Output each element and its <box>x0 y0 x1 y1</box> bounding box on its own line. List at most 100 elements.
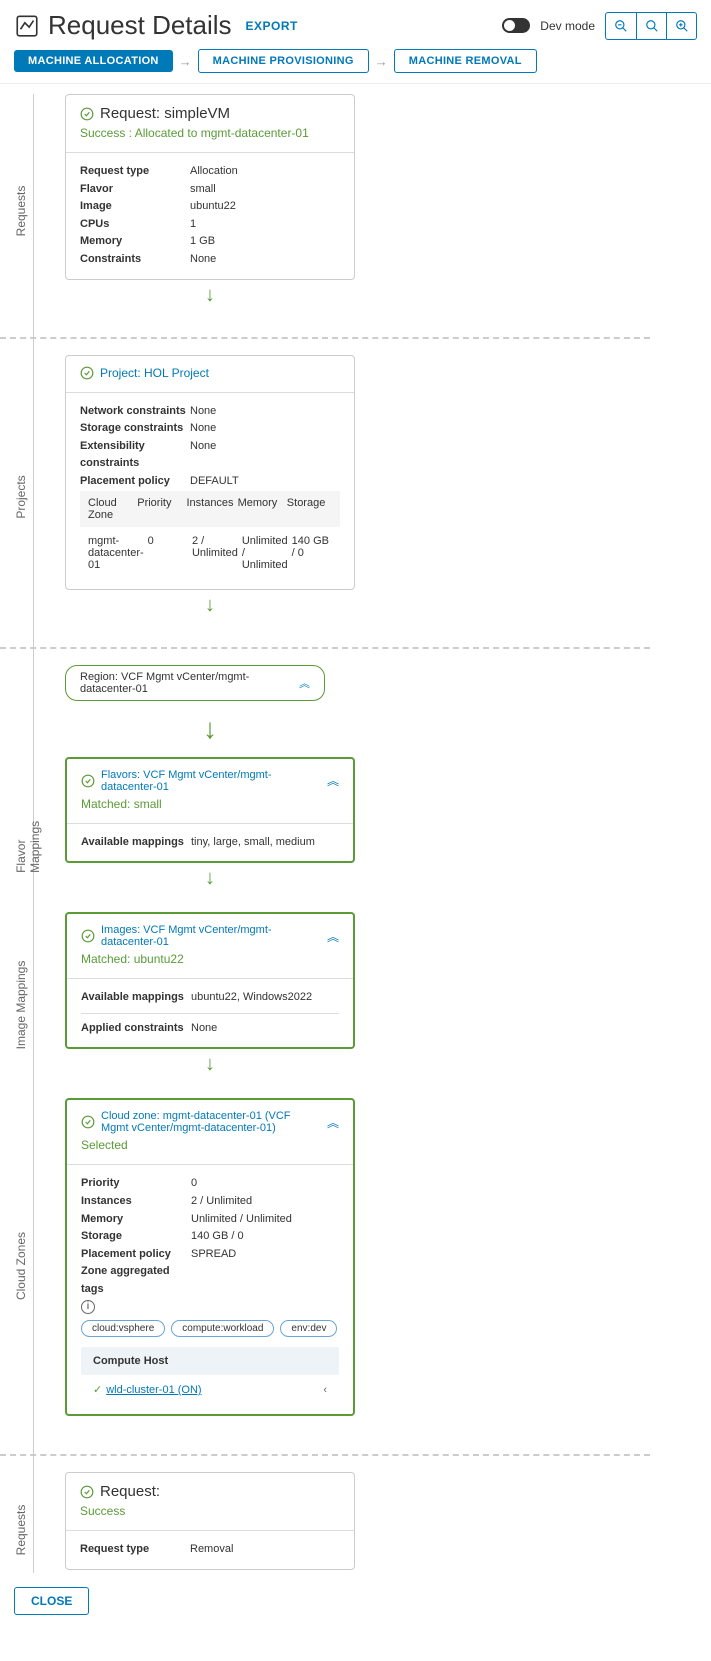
zoom-in-button[interactable] <box>666 13 696 39</box>
table-row: mgmt-datacenter-01 0 2 / Unlimited Unlim… <box>80 527 340 579</box>
td-memory: Unlimited / Unlimited <box>242 535 288 571</box>
dev-mode-toggle[interactable] <box>502 18 530 33</box>
arrow-right-icon: → <box>179 54 192 69</box>
close-button[interactable]: CLOSE <box>14 1587 89 1615</box>
kv-val: ubuntu22 <box>190 198 340 216</box>
th-zone: Cloud Zone <box>88 497 133 521</box>
kv-val: SPREAD <box>191 1246 339 1264</box>
cluster-link[interactable]: wld-cluster-01 (ON) <box>106 1384 201 1396</box>
content-scroll[interactable]: Requests Request: simpleVM Success : All… <box>0 83 711 1573</box>
card-match: Matched: small <box>81 797 339 811</box>
arrow-down-icon: ↓ <box>65 713 355 745</box>
card-title: Request: simpleVM <box>100 105 230 122</box>
kv-key: Placement policy <box>81 1246 191 1264</box>
export-link[interactable]: EXPORT <box>246 19 298 33</box>
chart-icon <box>14 13 40 39</box>
tag-env: env:dev <box>280 1320 337 1337</box>
info-icon[interactable]: i <box>81 1300 95 1314</box>
table-header: Cloud Zone Priority Instances Memory Sto… <box>80 491 340 527</box>
td-instances: 2 / Unlimited <box>192 535 238 571</box>
card-images: Images: VCF Mgmt vCenter/mgmt-datacenter… <box>65 912 355 1049</box>
section-label-image: Image Mappings <box>14 961 28 1050</box>
card-project-hol: Project: HOL Project Network constraints… <box>65 355 355 590</box>
card-title-link[interactable]: Flavors: VCF Mgmt vCenter/mgmt-datacente… <box>101 769 321 793</box>
cluster-row: ✓ wld-cluster-01 (ON) ‹ <box>81 1375 339 1404</box>
card-title-link[interactable]: Project: HOL Project <box>100 366 209 380</box>
kv-key: Memory <box>81 1211 191 1229</box>
kv-val: None <box>190 403 340 421</box>
section-projects: Projects Project: HOL Project Network co… <box>50 355 711 639</box>
kv-key: Storage <box>81 1228 191 1246</box>
th-instances: Instances <box>186 497 233 521</box>
kv-key: Constraints <box>80 251 190 269</box>
card-title-link[interactable]: Cloud zone: mgmt-datacenter-01 (VCF Mgmt… <box>101 1110 321 1134</box>
th-storage: Storage <box>287 497 332 521</box>
zoom-reset-button[interactable] <box>636 13 666 39</box>
tag-cloud: cloud:vsphere <box>81 1320 165 1337</box>
kv-key: Extensibility constraints <box>80 438 190 473</box>
chevron-left-icon[interactable]: ‹ <box>323 1384 327 1396</box>
section-label-flavor: Flavor Mappings <box>14 795 42 873</box>
kv-key: Instances <box>81 1193 191 1211</box>
section-label-requests: Requests <box>14 1505 28 1556</box>
card-request-simplevm: Request: simpleVM Success : Allocated to… <box>65 94 355 280</box>
card-status: Success <box>80 1504 340 1518</box>
card-match: Matched: ubuntu22 <box>81 952 339 966</box>
kv-val: None <box>191 1020 339 1038</box>
kv-val: Removal <box>190 1541 340 1559</box>
check-circle-icon <box>81 929 95 943</box>
tags-row: cloud:vsphere compute:workload env:dev <box>81 1320 339 1337</box>
kv-key: Storage constraints <box>80 420 190 438</box>
td-zone: mgmt-datacenter-01 <box>88 535 144 571</box>
region-text: Region: VCF Mgmt vCenter/mgmt-datacenter… <box>80 671 299 695</box>
kv-key: CPUs <box>80 216 190 234</box>
kv-key: Zone aggregated tags <box>81 1263 191 1298</box>
arrow-right-icon: → <box>375 54 388 69</box>
kv-val: small <box>190 181 340 199</box>
chevron-up-icon[interactable]: ︽ <box>327 928 339 945</box>
chevron-up-icon[interactable]: ︽ <box>299 675 310 691</box>
kv-val: Unlimited / Unlimited <box>191 1211 339 1229</box>
card-request-removal: Request: Success Request typeRemoval <box>65 1472 355 1570</box>
section-image-mappings: Image Mappings Images: VCF Mgmt vCenter/… <box>50 912 711 1098</box>
kv-val: DEFAULT <box>190 473 340 491</box>
kv-val: 140 GB / 0 <box>191 1228 339 1246</box>
tab-machine-allocation[interactable]: MACHINE ALLOCATION <box>14 50 173 72</box>
section-label-cloud-zones: Cloud Zones <box>14 1232 28 1300</box>
kv-val: tiny, large, small, medium <box>191 834 339 852</box>
kv-val: ubuntu22, Windows2022 <box>191 989 339 1007</box>
zoom-group <box>605 12 697 40</box>
card-title-link[interactable]: Images: VCF Mgmt vCenter/mgmt-datacenter… <box>101 924 321 948</box>
check-circle-icon <box>80 366 94 380</box>
td-storage: 140 GB / 0 <box>292 535 332 571</box>
section-flavor-mappings: Flavor Mappings Flavors: VCF Mgmt vCente… <box>50 757 711 913</box>
kv-key: Network constraints <box>80 403 190 421</box>
check-circle-icon <box>81 774 95 788</box>
tag-compute: compute:workload <box>171 1320 274 1337</box>
kv-val: 1 GB <box>190 233 340 251</box>
section-label-requests: Requests <box>14 186 28 237</box>
td-priority: 0 <box>148 535 188 571</box>
kv-key: Image <box>80 198 190 216</box>
arrow-down-icon: ↓ <box>65 594 355 617</box>
kv-key: Flavor <box>80 181 190 199</box>
region-pill[interactable]: Region: VCF Mgmt vCenter/mgmt-datacenter… <box>65 665 325 701</box>
card-status: Success : Allocated to mgmt-datacenter-0… <box>80 126 340 140</box>
chevron-up-icon[interactable]: ︽ <box>327 772 339 789</box>
kv-key: Placement policy <box>80 473 190 491</box>
section-label-projects: Projects <box>14 475 28 518</box>
arrow-down-icon: ↓ <box>65 1053 355 1076</box>
kv-key: Available mappings <box>81 834 191 852</box>
tab-machine-removal[interactable]: MACHINE REMOVAL <box>394 49 537 73</box>
kv-val: Allocation <box>190 163 340 181</box>
arrow-down-icon: ↓ <box>65 867 355 890</box>
section-requests-2: Requests Request: Success Request typeRe… <box>50 1472 711 1573</box>
zoom-out-button[interactable] <box>606 13 636 39</box>
kv-key: Request type <box>80 163 190 181</box>
chevron-up-icon[interactable]: ︽ <box>327 1114 339 1131</box>
arrow-down-icon: ↓ <box>65 284 355 307</box>
th-priority: Priority <box>137 497 182 521</box>
card-cloud-zone: Cloud zone: mgmt-datacenter-01 (VCF Mgmt… <box>65 1098 355 1416</box>
kv-val: None <box>190 420 340 438</box>
tab-machine-provisioning[interactable]: MACHINE PROVISIONING <box>198 49 369 73</box>
